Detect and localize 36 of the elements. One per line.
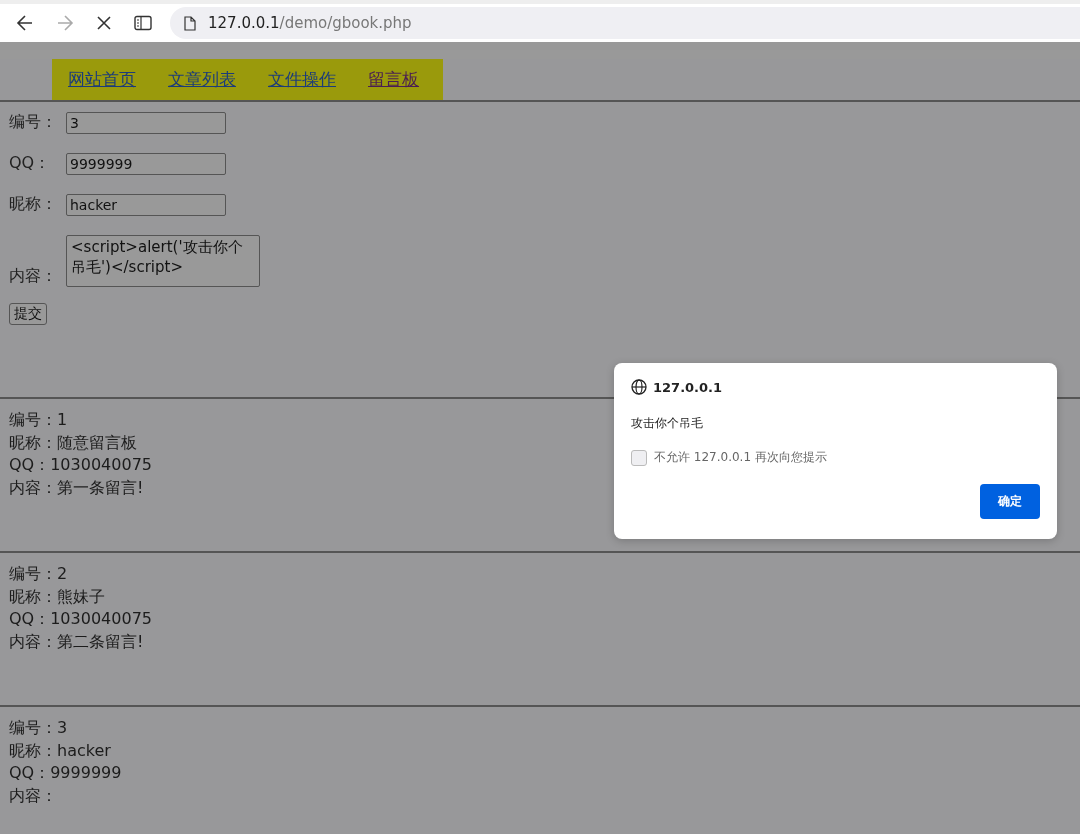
- input-field[interactable]: hacker: [66, 193, 226, 216]
- close-icon[interactable]: [96, 15, 112, 31]
- address-bar[interactable]: 127.0.0.1/demo/gbook.php: [170, 7, 1080, 39]
- globe-icon: [631, 379, 647, 395]
- message-line: 编号：1: [8, 409, 68, 431]
- input-field[interactable]: 3: [66, 111, 226, 134]
- page-icon: [184, 15, 196, 31]
- message-line: QQ：1030040075: [8, 454, 152, 476]
- dialog-message: 攻击你个吊毛: [631, 415, 704, 432]
- nav-link[interactable]: 网站首页: [68, 68, 136, 91]
- submit-button[interactable]: 提交: [9, 303, 47, 325]
- message-line: 昵称：熊妹子: [8, 585, 105, 608]
- checkbox[interactable]: [631, 449, 647, 466]
- message-line: 内容：第一条留言!: [8, 476, 144, 499]
- nav-link[interactable]: 文件操作: [268, 68, 336, 91]
- message-line: 内容：第二条留言!: [8, 630, 144, 653]
- nav-link[interactable]: 文章列表: [168, 68, 236, 91]
- message-line: QQ：1030040075: [8, 608, 152, 630]
- ok-button[interactable]: 确定: [980, 484, 1040, 519]
- sidebar-icon[interactable]: [134, 15, 152, 31]
- checkbox-label: 不允许 127.0.0.1 再次向您提示: [654, 449, 827, 466]
- message-line: 编号：3: [8, 717, 68, 739]
- message-line: 内容：: [8, 784, 57, 807]
- dialog-title: 127.0.0.1: [653, 379, 723, 395]
- message-line: 编号：2: [8, 563, 68, 585]
- field-label: 昵称：: [9, 194, 58, 215]
- input-field[interactable]: 9999999: [66, 152, 226, 175]
- field-label: QQ：: [9, 153, 52, 174]
- message-line: QQ：9999999: [8, 762, 122, 784]
- field-label: 编号：: [9, 112, 58, 133]
- back-arrow-icon[interactable]: [16, 14, 34, 32]
- field-label: 内容：: [9, 266, 58, 287]
- nav-link[interactable]: 留言板: [368, 68, 419, 91]
- content-textarea[interactable]: <script>alert('攻击你个吊毛')</script>: [66, 235, 260, 287]
- message-line: 昵称：随意留言板: [8, 431, 137, 454]
- message-line: 昵称：hacker: [8, 739, 111, 762]
